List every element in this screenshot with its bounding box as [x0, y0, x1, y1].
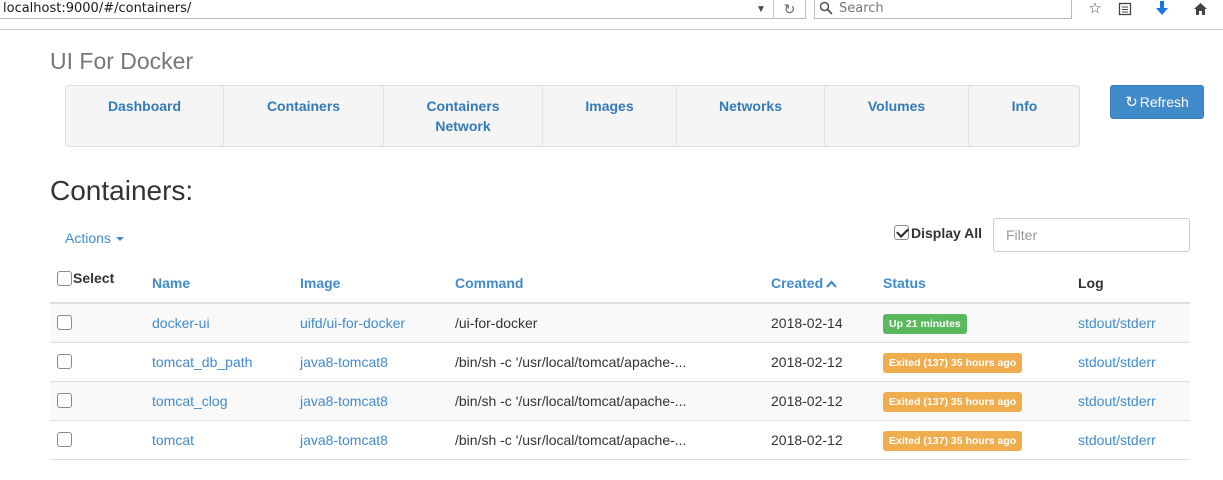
status-badge: Exited (137) 35 hours ago — [883, 392, 1023, 412]
downloads-icon[interactable] — [1150, 0, 1174, 19]
table-header: Select Name Image Command Created Status… — [50, 264, 1190, 304]
status-badge: Exited (137) 35 hours ago — [883, 353, 1023, 373]
reload-icon[interactable]: ↻ — [773, 0, 805, 19]
display-all-checkbox[interactable] — [894, 225, 909, 241]
display-all-label: Display All — [911, 225, 983, 241]
nav-containers[interactable]: Containers — [224, 86, 384, 146]
search-icon — [819, 1, 833, 15]
command-column-header[interactable]: Command — [455, 275, 523, 291]
select-header-label: Select — [73, 270, 115, 286]
browser-toolbar: localhost:9000/#/containers/ ▼ ↻ Search … — [0, 0, 1223, 30]
log-column-header: Log — [1078, 275, 1104, 291]
main-nav: Dashboard Containers Containers Network … — [65, 85, 1080, 147]
page-title: Containers: — [50, 175, 194, 206]
address-bar-url[interactable]: localhost:9000/#/containers/ — [3, 1, 191, 16]
nav-images[interactable]: Images — [543, 86, 677, 146]
status-column-header[interactable]: Status — [883, 275, 926, 291]
image-column-header[interactable]: Image — [300, 275, 340, 291]
container-created: 2018-02-12 — [771, 354, 843, 370]
log-link[interactable]: stdout/stderr — [1078, 315, 1156, 331]
created-header-label: Created — [771, 275, 824, 291]
refresh-button-label: Refresh — [1139, 94, 1189, 110]
container-created: 2018-02-12 — [771, 393, 843, 409]
display-all-toggle[interactable]: Display All — [894, 225, 982, 243]
row-select-checkbox[interactable] — [57, 393, 72, 408]
table-row: tomcat_clog java8-tomcat8 /bin/sh -c '/u… — [50, 382, 1190, 421]
log-link[interactable]: stdout/stderr — [1078, 432, 1156, 448]
container-created: 2018-02-14 — [771, 315, 843, 331]
address-bar[interactable]: localhost:9000/#/containers/ ▼ ↻ — [0, 0, 806, 19]
container-image-link[interactable]: java8-tomcat8 — [300, 354, 388, 370]
table-row: docker-ui uifd/ui-for-docker /ui-for-doc… — [50, 304, 1190, 343]
brand-title[interactable]: UI For Docker — [50, 48, 193, 75]
nav-info[interactable]: Info — [969, 86, 1080, 146]
actions-label: Actions — [65, 230, 111, 246]
log-link[interactable]: stdout/stderr — [1078, 354, 1156, 370]
nav-volumes[interactable]: Volumes — [825, 86, 969, 146]
container-command: /bin/sh -c '/usr/local/tomcat/apache-... — [455, 354, 687, 370]
container-name-link[interactable]: tomcat_clog — [152, 393, 227, 409]
row-select-checkbox[interactable] — [57, 315, 72, 330]
status-badge: Exited (137) 35 hours ago — [883, 431, 1023, 451]
home-icon[interactable] — [1188, 0, 1212, 19]
row-select-checkbox[interactable] — [57, 354, 72, 369]
status-badge: Up 21 minutes — [883, 314, 967, 334]
select-all-header[interactable]: Select — [57, 270, 114, 286]
table-row: tomcat_db_path java8-tomcat8 /bin/sh -c … — [50, 343, 1190, 382]
container-command: /bin/sh -c '/usr/local/tomcat/apache-... — [455, 432, 687, 448]
refresh-icon: ↻ — [1125, 94, 1138, 111]
log-link[interactable]: stdout/stderr — [1078, 393, 1156, 409]
name-column-header[interactable]: Name — [152, 275, 190, 291]
container-created: 2018-02-12 — [771, 432, 843, 448]
created-column-header[interactable]: Created — [771, 275, 837, 291]
container-name-link[interactable]: docker-ui — [152, 315, 210, 331]
container-name-link[interactable]: tomcat_db_path — [152, 354, 252, 370]
filter-input[interactable] — [993, 218, 1190, 252]
nav-dashboard[interactable]: Dashboard — [66, 86, 224, 146]
nav-containers-network[interactable]: Containers Network — [384, 86, 543, 146]
table-row: tomcat java8-tomcat8 /bin/sh -c '/usr/lo… — [50, 421, 1190, 460]
row-select-checkbox[interactable] — [57, 432, 72, 447]
container-image-link[interactable]: uifd/ui-for-docker — [300, 315, 405, 331]
containers-table: Select Name Image Command Created Status… — [50, 264, 1190, 460]
refresh-button[interactable]: ↻ Refresh — [1110, 85, 1204, 119]
container-command: /bin/sh -c '/usr/local/tomcat/apache-... — [455, 393, 687, 409]
container-image-link[interactable]: java8-tomcat8 — [300, 393, 388, 409]
browser-search-placeholder: Search — [839, 1, 884, 16]
actions-dropdown[interactable]: Actions — [65, 230, 124, 246]
select-all-checkbox[interactable] — [57, 270, 72, 286]
caret-down-icon — [115, 237, 124, 242]
url-dropdown-icon[interactable]: ▼ — [750, 0, 772, 19]
container-name-link[interactable]: tomcat — [152, 432, 194, 448]
sort-up-icon — [826, 279, 837, 291]
reading-list-icon[interactable] — [1113, 0, 1137, 19]
nav-networks[interactable]: Networks — [677, 86, 825, 146]
container-command: /ui-for-docker — [455, 315, 538, 331]
container-image-link[interactable]: java8-tomcat8 — [300, 432, 388, 448]
bookmark-star-icon[interactable]: ☆ — [1083, 0, 1107, 19]
browser-search-input[interactable]: Search — [814, 0, 1072, 19]
